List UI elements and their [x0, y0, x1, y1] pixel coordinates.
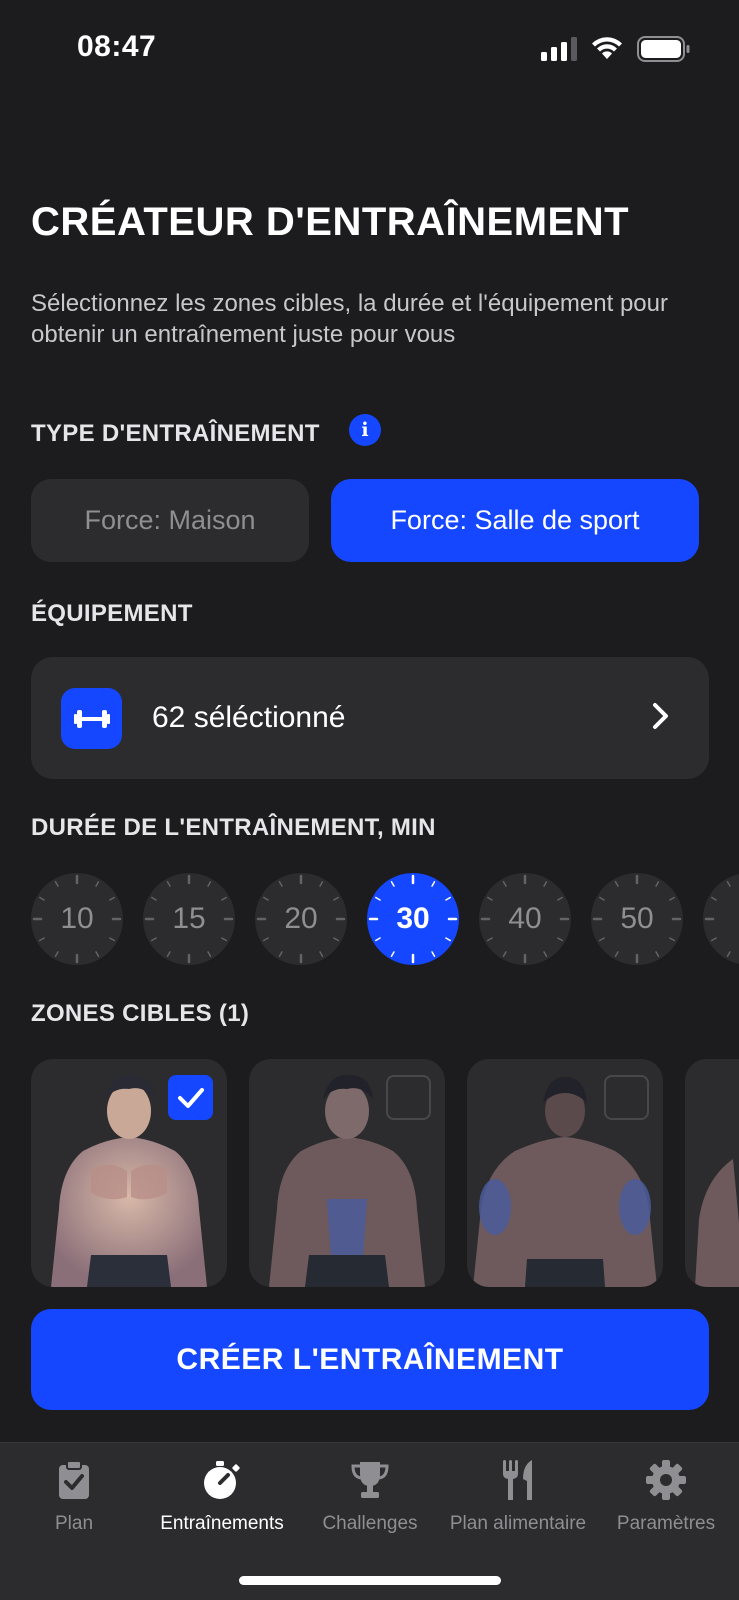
duration-value: 40: [508, 902, 542, 935]
duration-value: 30: [396, 902, 430, 935]
duration-value: 15: [172, 902, 206, 935]
duration-picker: 10 15 20 30 40 50 6: [31, 873, 739, 965]
tab-settings-label: Paramètres: [616, 1513, 716, 1534]
tab-workouts-label: Entraînements: [160, 1513, 284, 1534]
status-bar: 08:47: [0, 0, 739, 100]
duration-value: 10: [60, 902, 94, 935]
cellular-signal-icon: [541, 37, 577, 61]
fork-knife-icon: [503, 1460, 532, 1500]
duration-label: DURÉE DE L'ENTRAÎNEMENT, MIN: [31, 814, 436, 841]
dumbbell-icon: [61, 688, 122, 749]
tab-plan-label: Plan: [54, 1513, 94, 1534]
duration-value: 20: [284, 902, 318, 935]
tab-settings[interactable]: Paramètres: [592, 1457, 739, 1547]
home-indicator: [239, 1576, 501, 1585]
target-zones-list: [31, 1059, 739, 1289]
tab-challenges[interactable]: Challenges: [296, 1457, 444, 1547]
zone-card-chest[interactable]: [31, 1059, 227, 1287]
duration-option-10[interactable]: 10: [31, 873, 123, 965]
status-icons: [541, 36, 691, 62]
type-option-gym[interactable]: Force: Salle de sport: [331, 479, 699, 562]
duration-value: 50: [620, 902, 654, 935]
chevron-right-icon: [653, 703, 668, 729]
zone-checkbox-abs[interactable]: [386, 1075, 431, 1120]
gear-icon: [646, 1460, 686, 1500]
clipboard-icon: [59, 1460, 89, 1499]
duration-option-40[interactable]: 40: [479, 873, 571, 965]
create-workout-button[interactable]: CRÉER L'ENTRAÎNEMENT: [31, 1309, 709, 1410]
battery-icon: [637, 36, 690, 62]
equipment-count: 62 séléctionné: [152, 701, 346, 734]
zone-checkbox-chest[interactable]: [168, 1075, 213, 1120]
duration-option-6[interactable]: 6: [703, 873, 739, 965]
wifi-icon: [592, 37, 622, 59]
duration-option-50[interactable]: 50: [591, 873, 683, 965]
tab-plan[interactable]: Plan: [0, 1457, 148, 1547]
checkmark-icon: [177, 1087, 204, 1108]
page-title: CRÉATEUR D'ENTRAÎNEMENT: [31, 200, 630, 244]
type-option-home[interactable]: Force: Maison: [31, 479, 309, 562]
trophy-icon: [351, 1462, 389, 1498]
duration-option-15[interactable]: 15: [143, 873, 235, 965]
tab-workouts[interactable]: Entraînements: [148, 1457, 296, 1547]
tab-meal-plan-label: Plan alimentaire: [449, 1513, 587, 1534]
tab-meal-plan[interactable]: Plan alimentaire: [444, 1457, 592, 1547]
muscles-figure: [695, 1159, 739, 1287]
status-time: 08:47: [77, 30, 157, 63]
tab-challenges-label: Challenges: [322, 1513, 418, 1534]
page-subtitle: Sélectionnez les zones cibles, la durée …: [31, 290, 668, 348]
duration-option-20[interactable]: 20: [255, 873, 347, 965]
duration-option-30[interactable]: 30: [367, 873, 459, 965]
zone-card-partial[interactable]: [685, 1059, 739, 1287]
zone-card-triceps[interactable]: [467, 1059, 663, 1287]
zone-card-abs[interactable]: [249, 1059, 445, 1287]
equipment-label: ÉQUIPEMENT: [31, 600, 193, 627]
equipment-selector[interactable]: 62 séléctionné: [31, 657, 709, 779]
info-icon[interactable]: i: [349, 414, 381, 446]
zone-checkbox-triceps[interactable]: [604, 1075, 649, 1120]
workout-type-label: TYPE D'ENTRAÎNEMENT: [31, 420, 320, 447]
stopwatch-icon: [204, 1461, 240, 1499]
duration-value: 6: [703, 873, 739, 965]
target-zones-label: ZONES CIBLES (1): [31, 1000, 250, 1027]
